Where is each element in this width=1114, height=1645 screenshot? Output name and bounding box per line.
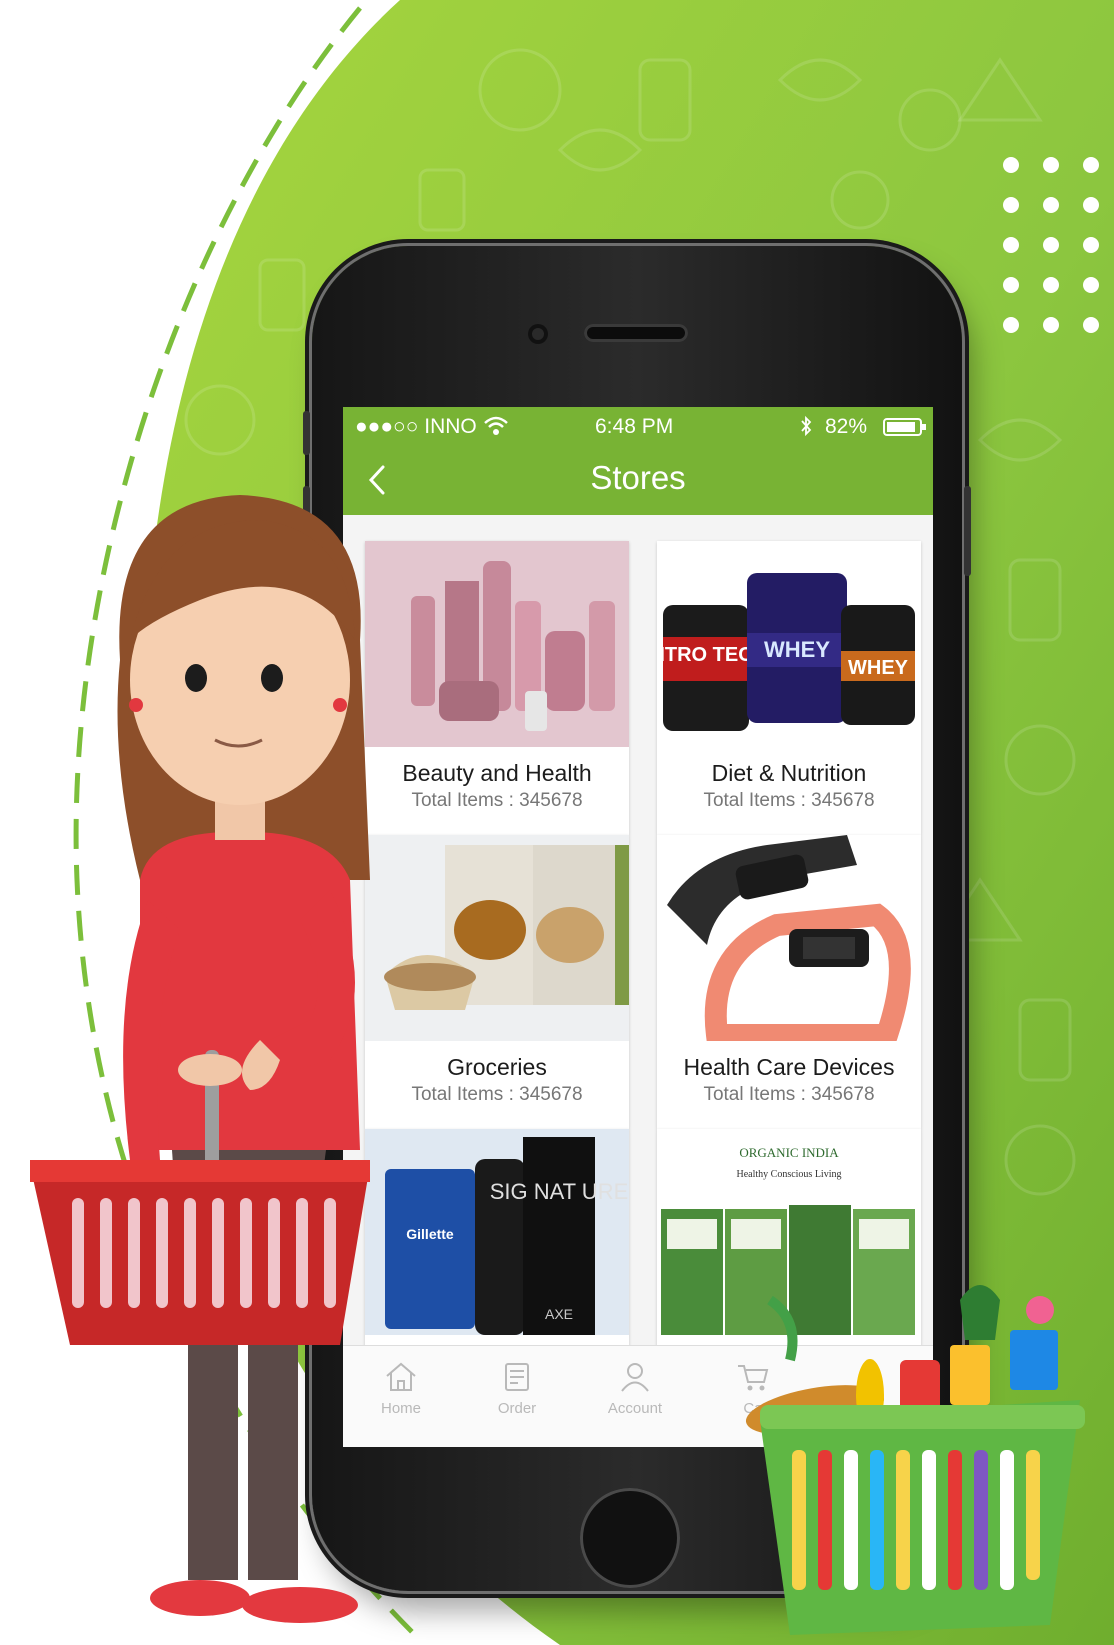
store-item-count: Total Items : 345678 (703, 1084, 875, 1105)
axe-label: AXE (545, 1306, 573, 1322)
organic-tagline: Healthy Conscious Living (737, 1169, 842, 1180)
promo-scene: ●●●○○ INNO 6:48 PM 82% Stores Beauty and… (0, 0, 1114, 1645)
tab-order-label: Order (497, 1400, 537, 1417)
home-button[interactable] (580, 1488, 680, 1588)
app-screen: ●●●○○ INNO 6:48 PM 82% Stores Beauty and… (343, 407, 933, 1447)
status-bar: ●●●○○ INNO 6:48 PM 82% (343, 407, 933, 445)
store-item-count: Total Items : 345678 (703, 790, 875, 811)
fitness-bands-image (657, 835, 921, 1041)
store-card-beauty-health[interactable]: Beauty and Health Total Items : 345678 (365, 541, 629, 835)
bluetooth-icon (801, 415, 812, 437)
account-icon (621, 1363, 649, 1392)
store-name: Diet & Nutrition (711, 760, 867, 786)
battery-percent: 82% (825, 415, 868, 438)
store-item-count: Total Items : 345678 (411, 790, 583, 811)
earpiece-speaker (584, 324, 688, 342)
clock: 6:48 PM (595, 415, 674, 438)
store-name: Groceries (447, 1054, 547, 1080)
order-icon (505, 1363, 529, 1391)
store-name: Health Care Devices (683, 1054, 895, 1080)
power-button (964, 486, 971, 576)
signature-label: SIG NAT URE (490, 1179, 629, 1204)
bottom-tab-bar: Home Order Account Ca (343, 1345, 933, 1447)
organic-tea-image: ORGANIC INDIA Healthy Conscious Living (657, 1129, 921, 1335)
battery-icon (883, 418, 926, 436)
page-title: Stores (590, 459, 686, 496)
store-card-health-care-devices[interactable]: Health Care Devices Total Items : 345678 (657, 835, 921, 1129)
gillette-label: Gillette (406, 1226, 454, 1242)
tab-account[interactable]: Account (575, 1362, 695, 1417)
mute-switch (303, 411, 310, 455)
tab-account-label: Account (607, 1400, 663, 1417)
tab-home[interactable]: Home (343, 1362, 461, 1417)
front-camera (528, 324, 548, 344)
app-header: Stores (343, 445, 933, 515)
store-item-count: Total Items : 345678 (411, 1084, 583, 1105)
beauty-products-image (365, 541, 629, 747)
tab-home-label: Home (380, 1400, 421, 1417)
cart-icon (738, 1365, 769, 1391)
carrier-label: ●●●○○ INNO (355, 415, 477, 438)
supplement-tubs-image: NITRO TECH WHEY WHEY (657, 541, 921, 747)
home-icon (386, 1362, 416, 1391)
tab-cart[interactable]: Ca (693, 1362, 813, 1417)
grooming-products-image: Gillette SIG NAT URE AXE (365, 1129, 629, 1335)
organic-brand-label: ORGANIC INDIA (739, 1145, 839, 1160)
volume-up-button (303, 486, 310, 566)
whey-label-blue: WHEY (764, 637, 830, 662)
store-card-groceries[interactable]: Groceries Total Items : 345678 (365, 835, 629, 1129)
tab-cart-label: Ca (743, 1400, 763, 1417)
whey-label-black: WHEY (848, 657, 909, 679)
store-card-diet-nutrition[interactable]: NITRO TECH WHEY WHEY Diet & Nutrition To… (657, 541, 921, 835)
dry-fruits-image (365, 835, 629, 1041)
tab-order[interactable]: Order (457, 1362, 577, 1417)
wifi-icon (484, 416, 508, 435)
store-name: Beauty and Health (402, 760, 592, 786)
